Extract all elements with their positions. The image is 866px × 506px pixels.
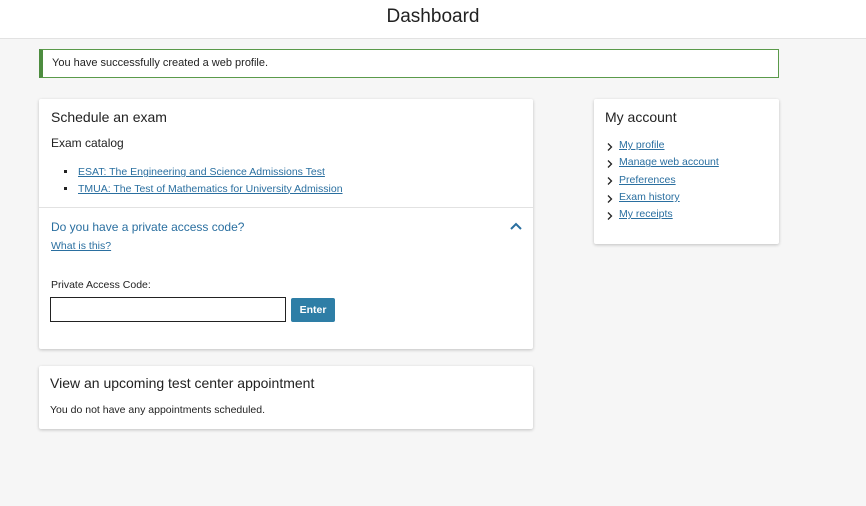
chevron-right-icon [606, 210, 614, 220]
list-item: TMUA: The Test of Mathematics for Univer… [64, 181, 343, 198]
appointment-message: You do not have any appointments schedul… [50, 404, 266, 416]
my-profile-link[interactable]: My profile [619, 137, 665, 154]
preferences-link[interactable]: Preferences [619, 172, 676, 189]
list-item: Preferences [606, 172, 719, 189]
my-account-title: My account [605, 109, 677, 125]
exam-link-tmua[interactable]: TMUA: The Test of Mathematics for Univer… [78, 183, 343, 195]
chevron-up-icon[interactable] [509, 219, 523, 231]
chevron-right-icon [606, 141, 614, 151]
list-item: My profile [606, 137, 719, 154]
exam-link-esat[interactable]: ESAT: The Engineering and Science Admiss… [78, 166, 325, 178]
private-access-code-input[interactable] [50, 297, 286, 322]
schedule-exam-card: Schedule an exam Exam catalog ESAT: The … [39, 99, 533, 349]
list-item: ESAT: The Engineering and Science Admiss… [64, 164, 343, 181]
section-divider [39, 207, 533, 208]
chevron-right-icon [606, 175, 614, 186]
exam-history-link[interactable]: Exam history [619, 189, 680, 206]
schedule-exam-title: Schedule an exam [51, 109, 167, 125]
private-access-code-toggle[interactable]: Do you have a private access code? [51, 220, 244, 234]
list-item: My receipts [606, 206, 719, 223]
private-access-code-label: Private Access Code: [51, 279, 151, 291]
exam-catalog-label: Exam catalog [51, 136, 124, 150]
what-is-this-link[interactable]: What is this? [51, 240, 111, 252]
list-item: Exam history [606, 189, 719, 206]
success-alert: You have successfully created a web prof… [39, 49, 779, 78]
page-header: Dashboard [0, 0, 866, 39]
page-title: Dashboard [386, 6, 480, 27]
my-receipts-link[interactable]: My receipts [619, 206, 673, 223]
account-links-list: My profile Manage web account Preference… [606, 137, 719, 223]
manage-web-account-link[interactable]: Manage web account [619, 154, 719, 171]
list-item: Manage web account [606, 154, 719, 171]
chevron-right-icon [606, 158, 614, 168]
chevron-right-icon [606, 193, 614, 203]
my-account-card: My account My profile Manage web account… [594, 99, 779, 244]
exam-catalog-list: ESAT: The Engineering and Science Admiss… [64, 164, 343, 198]
enter-button[interactable]: Enter [291, 298, 335, 322]
upcoming-appointment-card: View an upcoming test center appointment… [39, 366, 533, 429]
alert-message: You have successfully created a web prof… [52, 57, 269, 69]
appointment-title: View an upcoming test center appointment [50, 375, 315, 391]
